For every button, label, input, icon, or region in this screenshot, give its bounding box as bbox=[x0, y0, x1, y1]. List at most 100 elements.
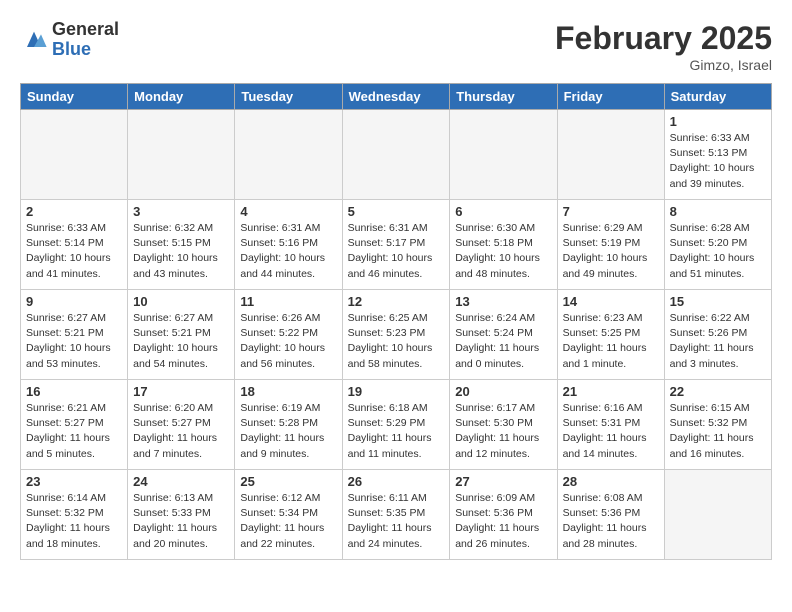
day-info: Sunrise: 6:25 AMSunset: 5:23 PMDaylight:… bbox=[348, 311, 445, 372]
day-info: Sunrise: 6:15 AMSunset: 5:32 PMDaylight:… bbox=[670, 401, 766, 462]
day-info: Sunrise: 6:30 AMSunset: 5:18 PMDaylight:… bbox=[455, 221, 551, 282]
day-info: Sunrise: 6:24 AMSunset: 5:24 PMDaylight:… bbox=[455, 311, 551, 372]
calendar-week-row: 9 Sunrise: 6:27 AMSunset: 5:21 PMDaylight… bbox=[21, 290, 772, 380]
day-info: Sunrise: 6:33 AMSunset: 5:14 PMDaylight:… bbox=[26, 221, 122, 282]
calendar-day-cell: 4Sunrise: 6:31 AMSunset: 5:16 PMDaylight… bbox=[235, 200, 342, 290]
day-number: 27 bbox=[455, 474, 551, 489]
day-info: Sunrise: 6:12 AMSunset: 5:34 PMDaylight:… bbox=[240, 491, 336, 552]
day-number: 26 bbox=[348, 474, 445, 489]
calendar-day-cell: 10Sunrise: 6:27 AMSunset: 5:21 PMDayligh… bbox=[128, 290, 235, 380]
day-info: Sunrise: 6:18 AMSunset: 5:29 PMDaylight:… bbox=[348, 401, 445, 462]
day-number: 9 bbox=[26, 294, 122, 309]
calendar-day-cell: 24 Sunrise: 6:13 AMSunset: 5:33 PMDayligh… bbox=[128, 470, 235, 560]
calendar-week-row: 23 Sunrise: 6:14 AMSunset: 5:32 PMDayligh… bbox=[21, 470, 772, 560]
day-number: 23 bbox=[26, 474, 122, 489]
day-number: 2 bbox=[26, 204, 122, 219]
day-info: Sunrise: 6:29 AMSunset: 5:19 PMDaylight:… bbox=[563, 221, 659, 282]
day-info: Sunrise: 6:14 AMSunset: 5:32 PMDaylight:… bbox=[26, 491, 122, 552]
day-info: Sunrise: 6:11 AMSunset: 5:35 PMDaylight:… bbox=[348, 491, 445, 552]
day-number: 5 bbox=[348, 204, 445, 219]
day-info: Sunrise: 6:22 AMSunset: 5:26 PMDaylight:… bbox=[670, 311, 766, 372]
day-info: Sunrise: 6:26 AMSunset: 5:22 PMDaylight:… bbox=[240, 311, 336, 372]
day-number: 4 bbox=[240, 204, 336, 219]
calendar-day-cell: 27 Sunrise: 6:09 AMSunset: 5:36 PMDayligh… bbox=[450, 470, 557, 560]
day-number: 14 bbox=[563, 294, 659, 309]
calendar-day-cell: 25 Sunrise: 6:12 AMSunset: 5:34 PMDayligh… bbox=[235, 470, 342, 560]
calendar-day-cell: 3 Sunrise: 6:32 AMSunset: 5:15 PMDaylight… bbox=[128, 200, 235, 290]
day-info: Sunrise: 6:28 AMSunset: 5:20 PMDaylight:… bbox=[670, 221, 766, 282]
calendar-day-cell: 28 Sunrise: 6:08 AMSunset: 5:36 PMDayligh… bbox=[557, 470, 664, 560]
calendar-day-cell: 16 Sunrise: 6:21 AMSunset: 5:27 PMDayligh… bbox=[21, 380, 128, 470]
logo-icon bbox=[20, 26, 48, 54]
logo-blue-text: Blue bbox=[52, 40, 119, 60]
calendar-day-cell: 17 Sunrise: 6:20 AMSunset: 5:27 PMDayligh… bbox=[128, 380, 235, 470]
calendar-day-cell: 8 Sunrise: 6:28 AMSunset: 5:20 PMDaylight… bbox=[664, 200, 771, 290]
calendar-day-cell: 6 Sunrise: 6:30 AMSunset: 5:18 PMDaylight… bbox=[450, 200, 557, 290]
day-number: 6 bbox=[455, 204, 551, 219]
day-number: 8 bbox=[670, 204, 766, 219]
day-number: 1 bbox=[670, 114, 766, 129]
day-info: Sunrise: 6:20 AMSunset: 5:27 PMDaylight:… bbox=[133, 401, 229, 462]
calendar-day-header: Sunday bbox=[21, 84, 128, 110]
calendar-day-header: Saturday bbox=[664, 84, 771, 110]
day-info: Sunrise: 6:16 AMSunset: 5:31 PMDaylight:… bbox=[563, 401, 659, 462]
calendar-day-cell bbox=[342, 110, 450, 200]
calendar-day-cell: 23 Sunrise: 6:14 AMSunset: 5:32 PMDayligh… bbox=[21, 470, 128, 560]
calendar-day-cell bbox=[664, 470, 771, 560]
day-info: Sunrise: 6:08 AMSunset: 5:36 PMDaylight:… bbox=[563, 491, 659, 552]
month-title: February 2025 bbox=[555, 20, 772, 57]
day-number: 12 bbox=[348, 294, 445, 309]
calendar-day-header: Friday bbox=[557, 84, 664, 110]
calendar-day-cell: 21 Sunrise: 6:16 AMSunset: 5:31 PMDayligh… bbox=[557, 380, 664, 470]
calendar-day-cell bbox=[557, 110, 664, 200]
day-number: 17 bbox=[133, 384, 229, 399]
calendar-day-cell: 7 Sunrise: 6:29 AMSunset: 5:19 PMDaylight… bbox=[557, 200, 664, 290]
calendar-day-cell: 13 Sunrise: 6:24 AMSunset: 5:24 PMDayligh… bbox=[450, 290, 557, 380]
day-number: 19 bbox=[348, 384, 445, 399]
location-subtitle: Gimzo, Israel bbox=[555, 57, 772, 73]
calendar-day-header: Tuesday bbox=[235, 84, 342, 110]
day-number: 28 bbox=[563, 474, 659, 489]
day-info: Sunrise: 6:21 AMSunset: 5:27 PMDaylight:… bbox=[26, 401, 122, 462]
day-info: Sunrise: 6:13 AMSunset: 5:33 PMDaylight:… bbox=[133, 491, 229, 552]
calendar-day-cell: 9 Sunrise: 6:27 AMSunset: 5:21 PMDaylight… bbox=[21, 290, 128, 380]
day-number: 22 bbox=[670, 384, 766, 399]
day-info: Sunrise: 6:09 AMSunset: 5:36 PMDaylight:… bbox=[455, 491, 551, 552]
calendar-day-cell bbox=[450, 110, 557, 200]
calendar-day-cell: 15 Sunrise: 6:22 AMSunset: 5:26 PMDayligh… bbox=[664, 290, 771, 380]
day-info: Sunrise: 6:33 AMSunset: 5:13 PMDaylight:… bbox=[670, 131, 766, 192]
calendar-header-row: SundayMondayTuesdayWednesdayThursdayFrid… bbox=[21, 84, 772, 110]
day-number: 7 bbox=[563, 204, 659, 219]
day-number: 18 bbox=[240, 384, 336, 399]
calendar-day-cell: 1 Sunrise: 6:33 AMSunset: 5:13 PMDaylight… bbox=[664, 110, 771, 200]
calendar-day-header: Monday bbox=[128, 84, 235, 110]
day-number: 13 bbox=[455, 294, 551, 309]
calendar-day-header: Wednesday bbox=[342, 84, 450, 110]
day-info: Sunrise: 6:19 AMSunset: 5:28 PMDaylight:… bbox=[240, 401, 336, 462]
logo: General Blue bbox=[20, 20, 119, 60]
day-number: 24 bbox=[133, 474, 229, 489]
calendar-week-row: 16 Sunrise: 6:21 AMSunset: 5:27 PMDayligh… bbox=[21, 380, 772, 470]
day-number: 20 bbox=[455, 384, 551, 399]
calendar-day-cell bbox=[128, 110, 235, 200]
day-number: 3 bbox=[133, 204, 229, 219]
calendar-day-cell: 22 Sunrise: 6:15 AMSunset: 5:32 PMDayligh… bbox=[664, 380, 771, 470]
day-number: 15 bbox=[670, 294, 766, 309]
calendar-week-row: 2 Sunrise: 6:33 AMSunset: 5:14 PMDaylight… bbox=[21, 200, 772, 290]
calendar-day-cell: 26 Sunrise: 6:11 AMSunset: 5:35 PMDayligh… bbox=[342, 470, 450, 560]
day-info: Sunrise: 6:32 AMSunset: 5:15 PMDaylight:… bbox=[133, 221, 229, 282]
calendar-week-row: 1 Sunrise: 6:33 AMSunset: 5:13 PMDaylight… bbox=[21, 110, 772, 200]
day-info: Sunrise: 6:31 AMSunset: 5:17 PMDaylight:… bbox=[348, 221, 445, 282]
day-info: Sunrise: 6:27 AMSunset: 5:21 PMDaylight:… bbox=[26, 311, 122, 372]
day-number: 21 bbox=[563, 384, 659, 399]
calendar-day-cell: 2 Sunrise: 6:33 AMSunset: 5:14 PMDaylight… bbox=[21, 200, 128, 290]
day-number: 11 bbox=[240, 294, 336, 309]
page-header: General Blue February 2025 Gimzo, Israel bbox=[20, 20, 772, 73]
day-info: Sunrise: 6:17 AMSunset: 5:30 PMDaylight:… bbox=[455, 401, 551, 462]
calendar-day-cell: 14Sunrise: 6:23 AMSunset: 5:25 PMDayligh… bbox=[557, 290, 664, 380]
day-number: 16 bbox=[26, 384, 122, 399]
calendar-day-cell: 19 Sunrise: 6:18 AMSunset: 5:29 PMDayligh… bbox=[342, 380, 450, 470]
calendar-table: SundayMondayTuesdayWednesdayThursdayFrid… bbox=[20, 83, 772, 560]
day-number: 25 bbox=[240, 474, 336, 489]
calendar-day-cell bbox=[235, 110, 342, 200]
